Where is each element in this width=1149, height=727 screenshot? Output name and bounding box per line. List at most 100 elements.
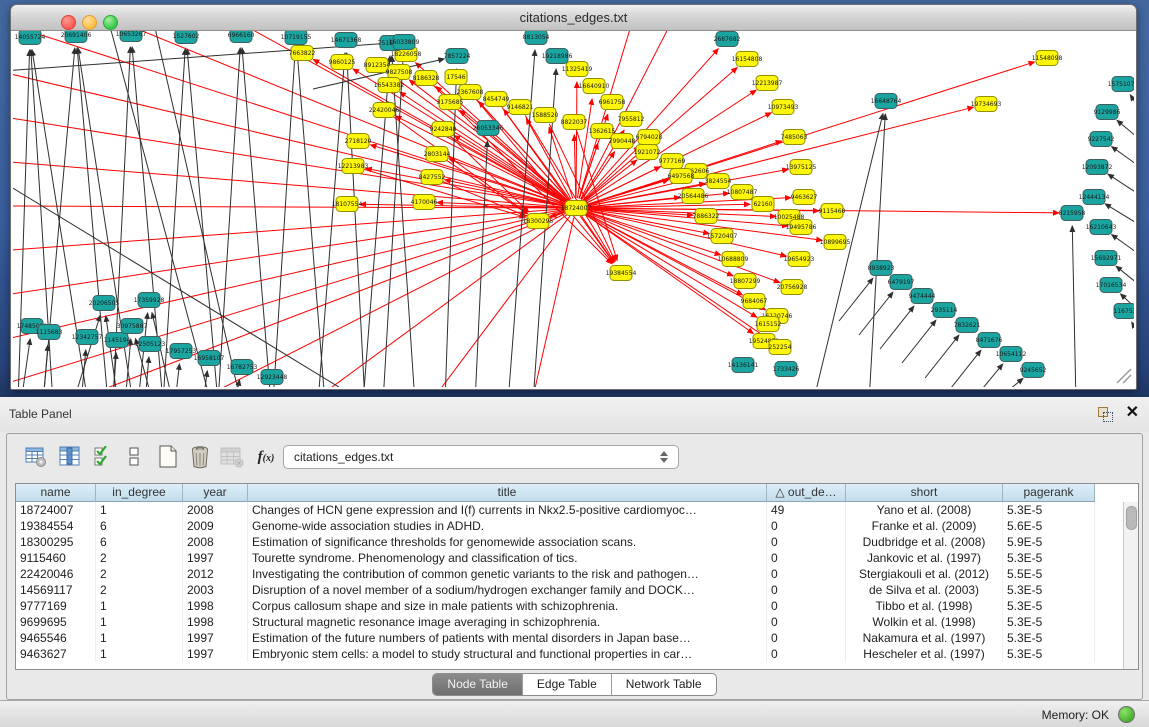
graph-node[interactable]: 17359928 [134,293,165,308]
citation-edge-black[interactable] [73,315,100,387]
citation-edge-black[interactable] [902,320,936,363]
graph-node[interactable]: 1615152 [755,317,782,332]
graph-node[interactable]: 17016534 [1096,278,1127,293]
graph-node[interactable]: 12923448 [257,370,288,385]
graph-node[interactable]: 6961758 [599,95,626,110]
table-row[interactable]: 977716911998Corpus callosum shape and si… [16,598,1095,614]
citation-edge-black[interactable] [297,50,325,387]
graph-node[interactable]: 11548098 [1032,51,1063,66]
citation-edge-black[interactable] [1112,147,1134,169]
graph-node[interactable]: 8822037 [561,115,588,130]
table-body[interactable]: 1872400712008Changes of HCN gene express… [16,502,1095,662]
graph-node[interactable]: 6966160 [228,31,255,43]
graph-node[interactable]: 12342757 [72,330,103,345]
table-row[interactable]: 946362711997Embryonic stem cells: a mode… [16,646,1095,662]
graph-node[interactable]: 9777169 [659,154,686,169]
citation-edge-black[interactable] [1108,174,1134,197]
graph-node[interactable]: 6794028 [636,130,663,145]
citation-edge-black[interactable] [218,48,240,387]
citation-edge-black[interactable] [163,49,185,387]
graph-node[interactable]: 16958107 [194,351,225,366]
float-window-icon[interactable] [1098,407,1113,422]
citation-edge-black[interactable] [969,364,1003,387]
graph-node[interactable]: 6497568 [668,169,695,184]
close-icon[interactable]: ✕ [1126,403,1139,423]
citation-edge-black[interactable] [273,50,295,387]
citation-edge-red[interactable] [533,218,574,387]
citation-edge-red[interactable] [583,146,640,201]
graph-node[interactable]: 9146821 [507,100,534,115]
graph-node[interactable]: 8813054 [523,31,550,45]
graph-node[interactable]: 8454749 [483,92,510,107]
graph-node[interactable]: 7990448 [609,134,636,149]
graph-node[interactable]: 15692971 [1091,251,1122,266]
citation-edge-black[interactable] [947,350,981,387]
graph-node[interactable]: 16210643 [1086,220,1117,235]
graph-node[interactable]: 9245652 [1020,363,1047,378]
graph-node[interactable]: 1115683 [36,325,63,340]
delete-table-icon[interactable] [187,444,213,470]
graph-node[interactable]: 30975887 [117,319,148,334]
graph-node[interactable]: 1588520 [532,108,559,123]
table-row[interactable]: 1872400712008Changes of HCN gene express… [16,502,1095,518]
graph-node[interactable]: 20564486 [678,189,709,204]
graph-node[interactable]: 4170046 [411,195,438,210]
graph-node[interactable]: 1921072 [634,145,661,160]
citation-edge-black[interactable] [1117,120,1134,142]
table-row[interactable]: 1456911722003Disruption of a novel membe… [16,582,1095,598]
graph-node[interactable]: 10973493 [768,100,799,115]
graph-node[interactable]: 252254 [769,340,792,355]
graph-node[interactable]: 9115460 [819,204,846,219]
graph-node[interactable]: 9463627 [791,190,818,205]
graph-node[interactable]: 18300295 [523,214,554,229]
scrollbar-thumb[interactable] [1126,506,1137,530]
graph-node[interactable]: 2718120 [345,134,372,149]
graph-node[interactable]: 15751074 [1108,77,1134,92]
graph-node[interactable]: 18107554 [332,197,363,212]
citation-edge-black[interactable] [347,53,365,387]
column-header-title[interactable]: title [248,484,767,502]
citation-edge-black[interactable] [1130,95,1134,114]
column-visibility-icon[interactable] [57,444,83,470]
graph-node[interactable]: 16033809 [389,35,420,50]
graph-node[interactable]: 8186328 [413,71,440,86]
graph-node[interactable]: 9242848 [430,122,457,137]
citation-edge-black[interactable] [175,364,180,387]
graph-node[interactable]: 10653267 [116,31,147,42]
memory-status-indicator-icon[interactable] [1118,706,1135,723]
column-header-name[interactable]: name [16,484,96,502]
citation-edge-black[interactable] [1072,226,1076,387]
graph-node[interactable]: 12093872 [1082,160,1113,175]
graph-node[interactable]: 10688809 [718,252,749,267]
column-header-short[interactable]: short [846,484,1003,502]
graph-node[interactable]: 18724007 [561,201,592,216]
graph-node[interactable]: 116753 [1114,304,1134,319]
import-table-icon[interactable] [219,444,245,470]
table-row[interactable]: 969969511998Structural magnetic resonanc… [16,614,1095,630]
graph-node[interactable]: 16543382 [374,78,405,93]
tab-edge-table[interactable]: Edge Table [523,674,612,695]
graph-node[interactable]: 8471676 [976,333,1003,348]
graph-node[interactable]: 3175685 [437,95,464,110]
tab-network-table[interactable]: Network Table [612,674,716,695]
graph-node[interactable]: 14671368 [331,33,362,48]
graph-node[interactable]: 2687682 [714,32,741,47]
citation-edge-black[interactable] [18,50,30,387]
graph-node[interactable]: 8938923 [868,261,895,276]
graph-node[interactable]: 9227542 [1088,132,1115,147]
citation-edge-black[interactable] [203,371,207,387]
citation-edge-black[interactable] [132,47,163,387]
graph-node[interactable]: 9129986 [1094,105,1121,120]
table-row[interactable]: 1938455462009Genome-wide association stu… [16,518,1095,534]
graph-node[interactable]: 7955812 [618,112,645,127]
tab-node-table[interactable]: Node Table [433,674,523,695]
graph-node[interactable]: 7886322 [693,209,720,224]
graph-node[interactable]: 9860125 [329,55,356,70]
table-row[interactable]: 911546021997Tourette syndrome. Phenomeno… [16,550,1095,566]
graph-node[interactable]: 8215958 [1059,206,1086,221]
graph-node[interactable]: 7857224 [444,49,471,64]
graph-node[interactable]: 2803144 [424,147,451,162]
graph-node[interactable]: 13975125 [786,160,817,175]
graph-node[interactable]: 6479197 [888,275,915,290]
new-table-icon[interactable] [155,444,181,470]
